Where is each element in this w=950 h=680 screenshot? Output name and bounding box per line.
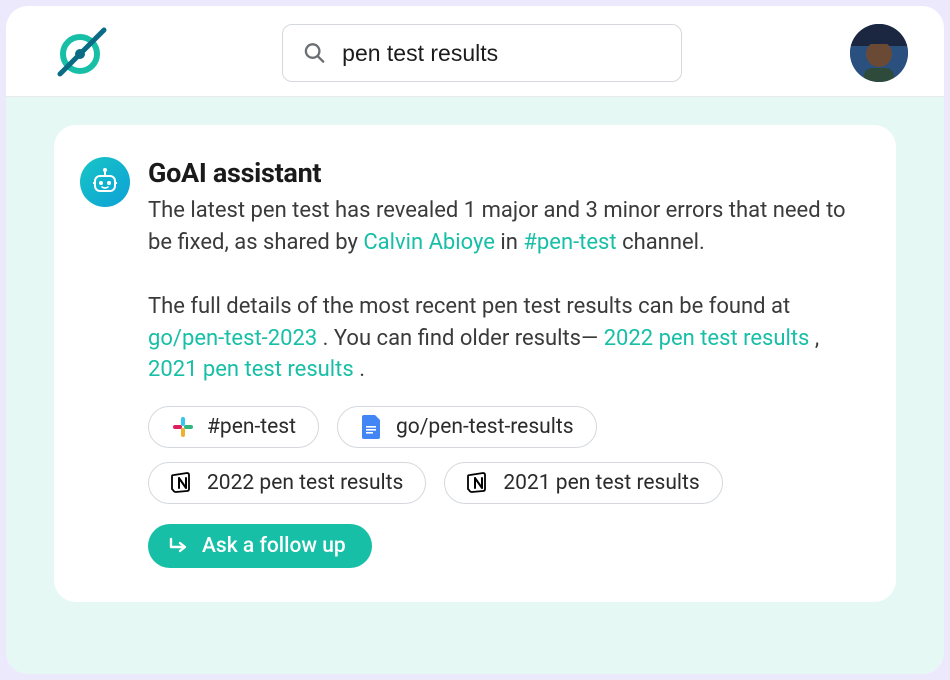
chip-gdoc[interactable]: go/pen-test-results — [337, 406, 597, 448]
search-icon — [303, 40, 326, 66]
source-chips: #pen-test go/pen-test-results — [148, 406, 858, 504]
msg-text: , — [815, 326, 819, 351]
msg-text: The full details of the most recent pen … — [148, 294, 790, 319]
assistant-content: GoAI assistant The latest pen test has r… — [148, 157, 858, 568]
msg-text: channel. — [622, 230, 705, 255]
app-logo — [52, 24, 114, 82]
chip-label: 2022 pen test results — [207, 471, 403, 495]
golink[interactable]: go/pen-test-2023 — [148, 326, 317, 351]
avatar-icon — [850, 24, 908, 82]
assistant-avatar — [80, 157, 130, 207]
notion-icon — [467, 471, 491, 495]
notion-icon — [171, 471, 195, 495]
assistant-card: GoAI assistant The latest pen test has r… — [54, 125, 896, 602]
ask-followup-button[interactable]: Ask a follow up — [148, 524, 372, 568]
chip-label: 2021 pen test results — [503, 471, 699, 495]
person-link[interactable]: Calvin Abioye — [363, 230, 495, 255]
chip-notion-2022[interactable]: 2022 pen test results — [148, 462, 426, 504]
chip-notion-2021[interactable]: 2021 pen test results — [444, 462, 722, 504]
assistant-message: The latest pen test has revealed 1 major… — [148, 195, 858, 386]
chip-label: go/pen-test-results — [396, 415, 574, 439]
robot-icon — [89, 166, 121, 198]
msg-text: in — [500, 230, 523, 255]
content-area: GoAI assistant The latest pen test has r… — [6, 97, 944, 674]
assistant-title: GoAI assistant — [148, 157, 858, 189]
result-link-2022[interactable]: 2022 pen test results — [604, 326, 810, 351]
msg-text: . — [359, 357, 365, 382]
search-box[interactable] — [282, 24, 682, 82]
result-link-2021[interactable]: 2021 pen test results — [148, 357, 354, 382]
user-avatar[interactable] — [850, 24, 908, 82]
search-input[interactable] — [342, 40, 661, 67]
msg-text: . You can find older results— — [323, 326, 599, 351]
app-window: GoAI assistant The latest pen test has r… — [6, 6, 944, 674]
chip-label: #pen-test — [207, 415, 296, 439]
gdoc-icon — [360, 415, 384, 439]
reply-arrow-icon — [168, 536, 190, 556]
slack-icon — [171, 415, 195, 439]
top-bar — [6, 6, 944, 97]
followup-label: Ask a follow up — [202, 534, 346, 558]
chip-slack[interactable]: #pen-test — [148, 406, 319, 448]
logo-icon — [52, 24, 114, 78]
channel-link[interactable]: #pen-test — [523, 230, 616, 255]
msg-text: The latest pen test has revealed 1 major… — [148, 198, 846, 255]
